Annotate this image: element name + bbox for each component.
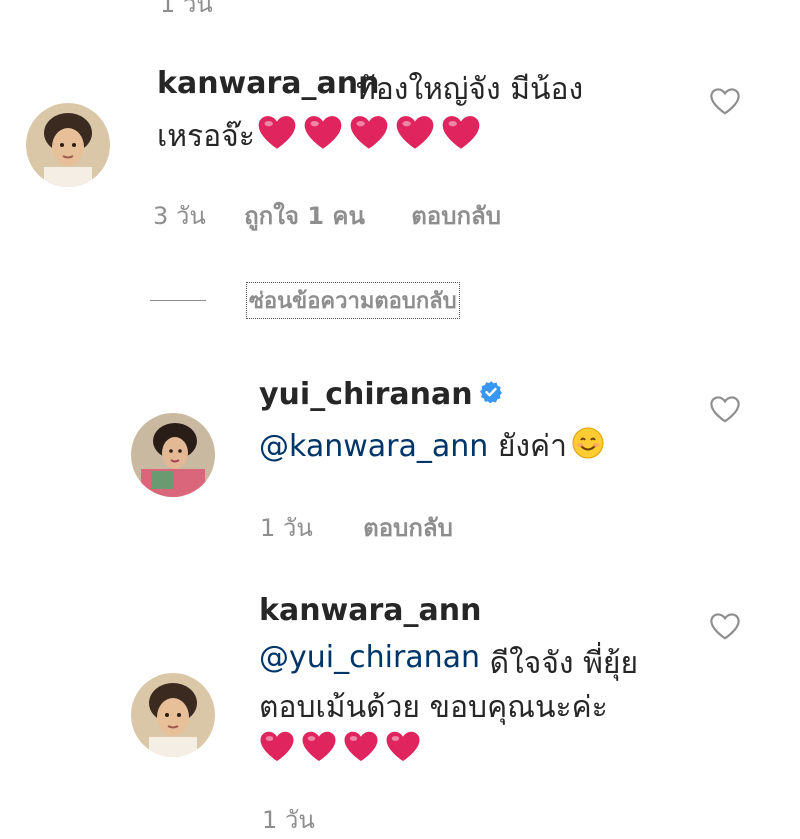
comment-likes-count[interactable]: ถูกใจ 1 คน (244, 202, 365, 230)
like-heart-icon[interactable] (708, 86, 742, 116)
comment-time[interactable]: 3 วัน (153, 202, 206, 230)
verified-badge-icon (479, 377, 503, 412)
mention-link[interactable]: @kanwara_ann (259, 429, 488, 464)
red-heart-icon (257, 112, 297, 160)
comment-text-line1: ท้องใหญ่จัง มีน้อง (356, 72, 584, 107)
hide-replies-toggle[interactable]: ซ่อนข้อความตอบกลับ (150, 282, 460, 319)
heart-emoji-group (257, 112, 487, 160)
comment-username[interactable]: yui_chiranan (259, 377, 473, 412)
clipped-time-label: 1 วัน (262, 806, 315, 834)
comment-text-line2: เหรอจ๊ะ (157, 112, 487, 160)
comment-username[interactable]: kanwara_ann (157, 66, 380, 101)
reply-button[interactable]: ตอบกลับ (411, 202, 501, 230)
red-heart-icon (259, 728, 295, 768)
mention-link[interactable]: @yui_chiranan (259, 640, 480, 687)
smiling-face-icon (571, 426, 605, 468)
comment-meta: 1 วัน ตอบกลับ (260, 508, 453, 547)
red-heart-icon (385, 728, 421, 768)
hide-replies-label[interactable]: ซ่อนข้อความตอบกลับ (246, 282, 460, 319)
divider-line (150, 300, 206, 301)
red-heart-icon (349, 112, 389, 160)
comment-text: ยังค่า (488, 429, 567, 464)
red-heart-icon (303, 112, 343, 160)
comment-text-line: @kanwara_ann ยังค่า (259, 423, 605, 470)
comment-username[interactable]: kanwara_ann (259, 593, 482, 628)
comment-text: เหรอจ๊ะ (157, 118, 255, 154)
avatar[interactable] (131, 673, 215, 757)
red-heart-icon (343, 728, 379, 768)
comment-text: ดีใจจัง พี่ยุ้ย (480, 646, 639, 681)
red-heart-icon (301, 728, 337, 768)
comment-text-line2: ตอบเม้นด้วย ขอบคุณนะค่ะ (259, 690, 608, 725)
comment-meta: 3 วัน ถูกใจ 1 คน ตอบกลับ (153, 196, 501, 235)
comment-text-line1: @yui_chiranan ดีใจจัง พี่ยุ้ย (259, 640, 638, 687)
clipped-time-label: 1 วัน (160, 0, 213, 18)
avatar[interactable] (26, 103, 110, 187)
comment-time[interactable]: 1 วัน (260, 514, 313, 542)
like-heart-icon[interactable] (708, 394, 742, 424)
avatar[interactable] (131, 413, 215, 497)
like-heart-icon[interactable] (708, 611, 742, 641)
comment-username-row: yui_chiranan (259, 377, 503, 412)
red-heart-icon (395, 112, 435, 160)
reply-button[interactable]: ตอบกลับ (363, 514, 453, 542)
heart-emoji-group (259, 728, 427, 768)
red-heart-icon (441, 112, 481, 160)
